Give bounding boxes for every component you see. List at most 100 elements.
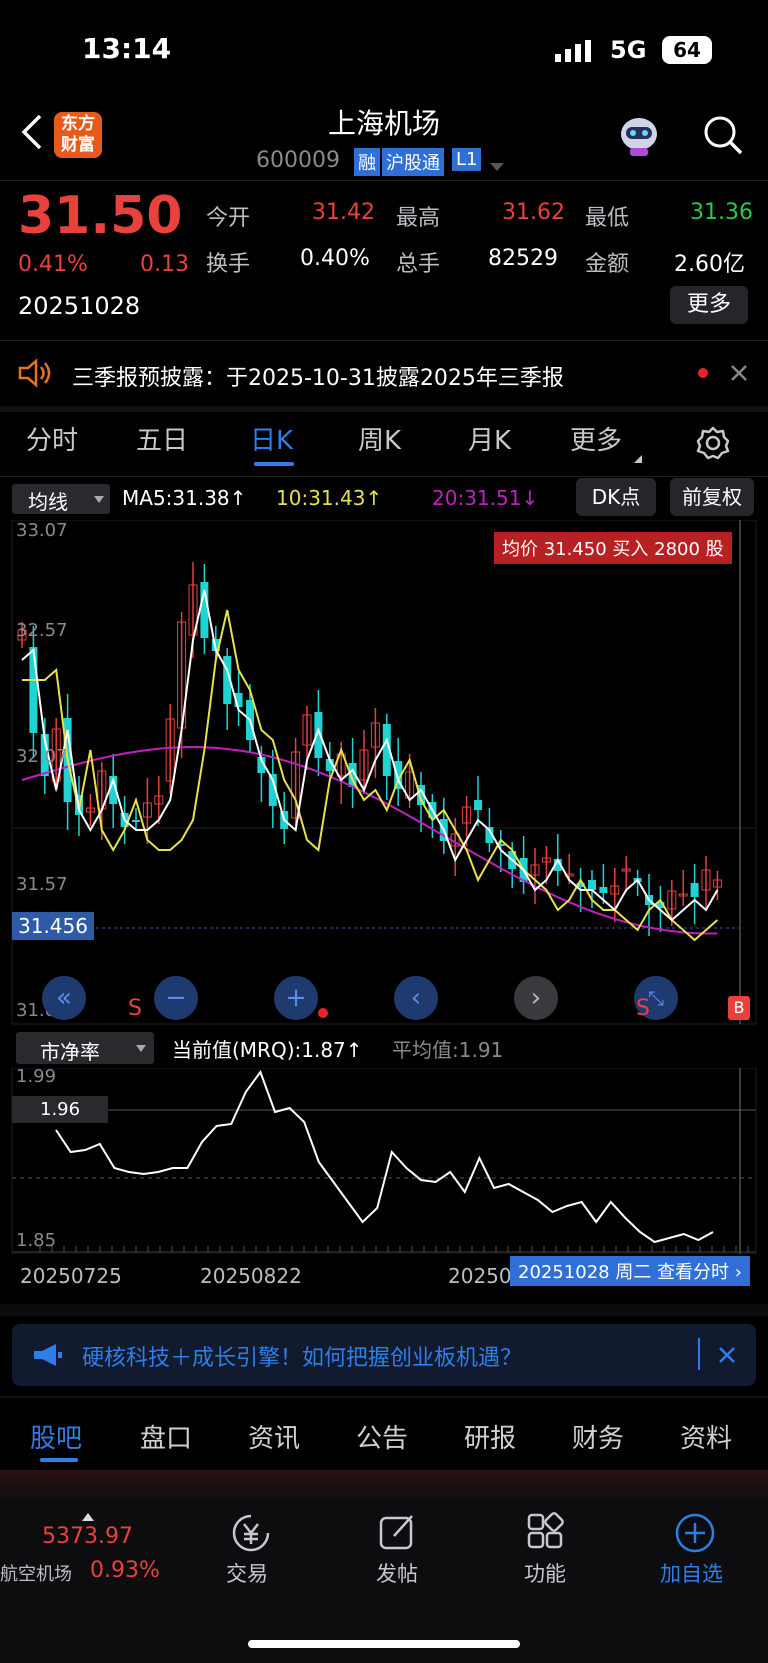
robot-assistant-icon[interactable] [616, 112, 662, 158]
tab-five-day[interactable]: 五日 [136, 420, 188, 457]
pb-level-tag: 1.96 [12, 1096, 109, 1123]
turnover-label: 换手 [206, 252, 251, 277]
compose-post-icon[interactable] [378, 1512, 418, 1552]
tab-order-book[interactable]: 盘口 [140, 1418, 192, 1455]
notice-text[interactable]: 三季报预披露：于2025-10-31披露2025年三季报 [72, 360, 564, 392]
trade-yen-icon[interactable] [230, 1512, 272, 1554]
tab-profile[interactable]: 资料 [680, 1418, 732, 1455]
tab-forum[interactable]: 股吧 [30, 1418, 82, 1455]
avg-cost-tag: 均价 31.450 买入 2800 股 [494, 532, 732, 564]
pb-average-value: 平均值:1.91 [392, 1038, 504, 1062]
date-label-3: 20250 [448, 1264, 512, 1288]
low-label: 最低 [585, 206, 630, 231]
network-label: 5G [610, 36, 647, 64]
signal-icon [555, 40, 591, 62]
dropdown-caret-icon [136, 1045, 146, 1052]
nav-functions[interactable]: 功能 [524, 1558, 566, 1588]
close-banner-icon [719, 1347, 735, 1363]
adjust-button[interactable]: 前复权 [670, 478, 754, 516]
ma20-value: 20:31.51↓ [432, 486, 539, 510]
status-time: 13:14 [82, 32, 172, 65]
tag-level: L1 [452, 148, 482, 171]
functions-grid-icon[interactable] [526, 1512, 566, 1552]
caret-icon [634, 448, 642, 463]
close-notice-icon[interactable] [730, 364, 748, 382]
tab-intraday[interactable]: 分时 [26, 420, 78, 457]
candle-body [599, 887, 608, 893]
tab-announcements[interactable]: 公告 [356, 1418, 408, 1455]
high-label: 最高 [396, 206, 441, 231]
search-icon[interactable] [702, 114, 744, 156]
red-dot-indicator [318, 1008, 328, 1018]
price-axis-4: 31.57 [16, 874, 68, 895]
buy-marker: B [728, 996, 750, 1020]
forum-preview-strip [0, 1470, 768, 1502]
pan-right-button[interactable]: › [514, 976, 558, 1020]
tab-weekly-k[interactable]: 周K [358, 420, 401, 457]
ma10-value: 10:31.43↑ [276, 486, 383, 510]
kline-chart[interactable] [0, 520, 768, 1028]
open-label: 今开 [206, 206, 251, 231]
price-axis-top: 33.07 [16, 520, 68, 541]
index-name: 航空机场 [0, 1564, 72, 1585]
pb-chart[interactable] [0, 1068, 768, 1254]
ma5-value: MA5:31.38↑ [122, 486, 247, 510]
settings-gear-icon[interactable] [696, 426, 730, 460]
current-price: 31.50 [18, 186, 183, 246]
date-label-1: 20250725 [20, 1264, 122, 1288]
nav-trade[interactable]: 交易 [226, 1558, 268, 1588]
megaphone-icon [34, 1344, 62, 1366]
index-value[interactable]: 5373.97 [42, 1524, 133, 1549]
tab-more[interactable]: 更多 [570, 420, 622, 457]
more-quote-button[interactable]: 更多 [670, 286, 748, 324]
nav-post[interactable]: 发帖 [376, 1558, 418, 1588]
banner-text: 硬核科技＋成长引擎！如何把握创业板机遇？ [82, 1346, 523, 1371]
tab-finance[interactable]: 财务 [572, 1418, 624, 1455]
turnover-value: 0.40% [300, 246, 370, 271]
index-pct: 0.93% [90, 1558, 160, 1583]
battery-icon: 64 [662, 36, 712, 64]
low-value: 31.36 [690, 200, 753, 225]
stock-code: 600009 [256, 148, 340, 173]
speaker-icon [18, 358, 52, 388]
banner-divider [698, 1338, 700, 1370]
volume-value: 82529 [488, 246, 558, 271]
amount-label: 金额 [585, 252, 630, 277]
ma-indicator-label: 均线 [28, 490, 68, 514]
change-amount: 0.13 [140, 252, 189, 277]
zoom-in-button[interactable]: + [274, 976, 318, 1020]
nav-add-watchlist[interactable]: 加自选 [660, 1558, 723, 1588]
add-watchlist-icon[interactable] [674, 1512, 716, 1554]
tag-connect: 沪股通 [382, 148, 444, 176]
pb-indicator-select[interactable]: 市净率 [16, 1032, 154, 1064]
ma-indicator-select[interactable]: 均线 [12, 484, 110, 514]
up-arrow-icon [82, 1506, 94, 1521]
pb-axis-bottom: 1.85 [16, 1230, 57, 1251]
view-intraday-label: 20251028 周二 查看分时 [518, 1262, 730, 1283]
volume-label: 总手 [396, 252, 441, 277]
tab-daily-k[interactable]: 日K [250, 420, 293, 457]
dk-point-button[interactable]: DK点 [576, 478, 656, 516]
tab-news[interactable]: 资讯 [248, 1418, 300, 1455]
quote-date: 20251028 [18, 292, 141, 320]
price-axis-3: 32.07 [16, 746, 68, 767]
candle-body [588, 880, 596, 890]
promo-banner[interactable]: 硬核科技＋成长引擎！如何把握创业板机遇？ [12, 1324, 756, 1386]
pan-left-button[interactable]: ‹ [394, 976, 438, 1020]
forum-tab-indicator [40, 1458, 78, 1462]
candle-body [474, 800, 482, 810]
caret-down-icon[interactable] [490, 156, 504, 171]
candle-body [132, 820, 140, 822]
view-intraday-tag[interactable]: 20251028 周二 查看分时 › [510, 1256, 750, 1286]
zoom-out-button[interactable]: − [154, 976, 198, 1020]
tag-margin: 融 [354, 148, 380, 176]
pb-select-label: 市净率 [40, 1040, 100, 1064]
scroll-to-start-button[interactable]: « [42, 976, 86, 1020]
candle-body [690, 883, 699, 897]
sell-marker-2: S [636, 996, 650, 1021]
home-indicator [248, 1640, 520, 1648]
price-axis-2: 32.57 [16, 620, 68, 641]
current-price-tag: 31.456 [12, 912, 94, 940]
tab-research[interactable]: 研报 [464, 1418, 516, 1455]
tab-monthly-k[interactable]: 月K [468, 420, 511, 457]
